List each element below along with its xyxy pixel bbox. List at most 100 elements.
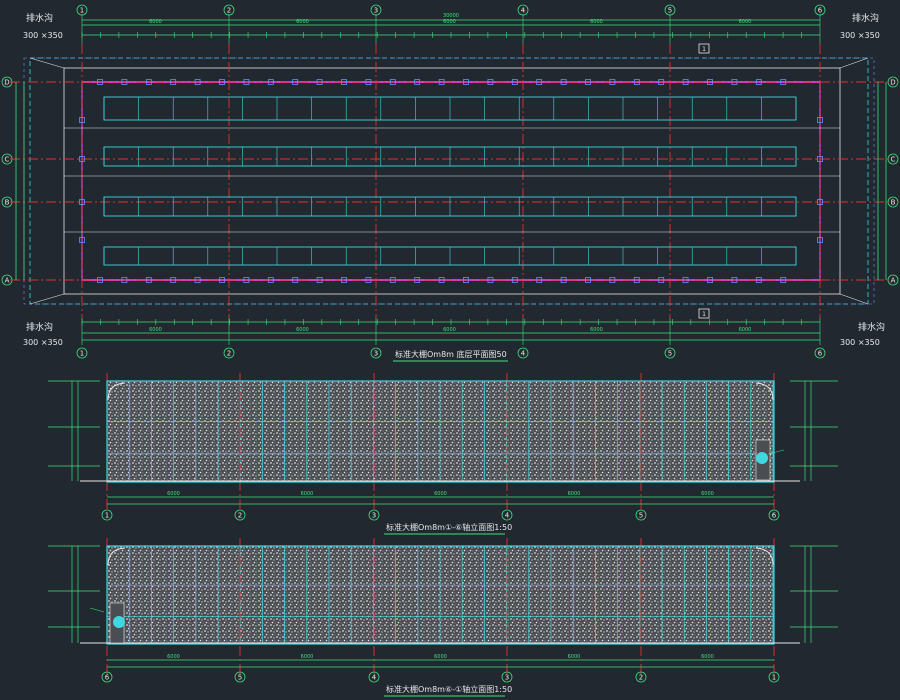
elev2-dim-labels-bay-3: 6000 bbox=[434, 654, 447, 660]
plan-top-bubble-6: 6 bbox=[814, 4, 826, 16]
plan-axis-lines bbox=[10, 14, 890, 345]
plan-corner-bl-size: 300 ×350 bbox=[23, 338, 63, 347]
elev2-bubble-4: 3 bbox=[501, 671, 513, 683]
plan-bottom-bubble-4-label: 4 bbox=[521, 350, 526, 358]
elev2-bubble-5: 2 bbox=[635, 671, 647, 683]
plan-row-right-bubble-0-label: D bbox=[890, 79, 895, 87]
elev1-bubble-4: 4 bbox=[501, 509, 513, 521]
plan-corner-bl-title: 排水沟 bbox=[26, 321, 53, 333]
elev2-bubble-3-label: 4 bbox=[372, 674, 377, 682]
plan-row-right-bubble-1-label: C bbox=[891, 156, 896, 164]
plan-top-bubble-2-label: 2 bbox=[227, 7, 231, 15]
elev2-dim-chain bbox=[107, 659, 774, 668]
elev1-bubble-3-label: 3 bbox=[372, 512, 376, 520]
elev1-bubble-5-label: 5 bbox=[639, 512, 643, 520]
plan-bottom-bay-dim-5: 6000 bbox=[739, 327, 752, 333]
plan-top-bubble-4-label: 4 bbox=[521, 7, 526, 15]
elev2-dim-labels-bay-5: 6000 bbox=[701, 654, 714, 660]
elevation-2: 6000 6000 6000 6000 6000 6 5 4 3 2 1 标准大棚Om8m⑥-①轴… bbox=[48, 538, 838, 697]
elev1-bubble-4-label: 4 bbox=[505, 512, 510, 520]
plan-building-outline bbox=[81, 81, 821, 281]
elev1-dim-labels-bay-2: 6000 bbox=[301, 491, 314, 497]
plan-bottom-bubble-3-label: 3 bbox=[374, 350, 378, 358]
plan-side-dim-chains bbox=[15, 82, 887, 280]
plan-section-marker-top-label: 1 bbox=[702, 46, 706, 53]
elev2-grid-bubbles: 6 5 4 3 2 1 bbox=[101, 671, 780, 683]
elev2-bubble-5-label: 2 bbox=[639, 674, 643, 682]
elev2-bubble-3: 4 bbox=[368, 671, 380, 683]
elev1-title: 标准大棚Om8m①-⑥轴立面图1:50 bbox=[386, 522, 512, 532]
plan-corner-br-size: 300 ×350 bbox=[840, 338, 880, 347]
plan-bottom-bay-dim-3: 6000 bbox=[443, 327, 456, 333]
plan-row-left-bubble-2-label: B bbox=[5, 199, 10, 207]
elev2-bubble-6: 1 bbox=[768, 671, 780, 683]
plan-bottom-bubble-1: 1 bbox=[76, 347, 88, 359]
elev2-bubble-2-label: 5 bbox=[238, 674, 242, 682]
plan-bottom-bubble-4: 4 bbox=[517, 347, 529, 359]
plan-row-right-bubble-1: C bbox=[887, 153, 899, 165]
plan-top-bubble-5-label: 5 bbox=[668, 7, 672, 15]
elev1-bubble-1-label: 1 bbox=[105, 512, 109, 520]
plan-growing-beds bbox=[64, 96, 840, 266]
plan-bottom-bubble-5: 5 bbox=[664, 347, 676, 359]
plan-bottom-bubble-1-label: 1 bbox=[80, 350, 84, 358]
plan-top-bay-dim-3: 6000 bbox=[443, 19, 456, 25]
elev1-grid-bubbles: 1 2 3 4 5 6 bbox=[101, 509, 780, 521]
plan-title: 标准大棚Om8m 底层平面图50 bbox=[395, 349, 507, 359]
plan-top-bubble-1: 1 bbox=[76, 4, 88, 16]
plan-top-bubble-3-label: 3 bbox=[374, 7, 378, 15]
plan-bottom-bubble-6-label: 6 bbox=[818, 350, 823, 358]
elev2-dim-labels-bay-4: 6000 bbox=[568, 654, 581, 660]
plan-top-bay-dim-2: 6000 bbox=[296, 19, 309, 25]
plan-bottom-bay-dim-4: 6000 bbox=[590, 327, 603, 333]
plan-corner-tl-size: 300 ×350 bbox=[23, 31, 63, 40]
plan-top-bubble-2: 2 bbox=[223, 4, 235, 16]
plan-bottom-bubble-2-label: 2 bbox=[227, 350, 231, 358]
elevation-1: 6000 6000 6000 6000 6000 1 2 3 4 5 6 标准大棚Om8m①-⑥轴… bbox=[48, 373, 838, 535]
plan-row-right-bubble-3: A bbox=[887, 274, 899, 286]
elev2-bubble-6-label: 1 bbox=[772, 674, 776, 682]
plan-top-bubble-1-label: 1 bbox=[80, 7, 84, 15]
elev1-bubble-5: 5 bbox=[635, 509, 647, 521]
plan-section-marker-bottom-label: 1 bbox=[702, 311, 706, 318]
elev2-bubble-1: 6 bbox=[101, 671, 113, 683]
elev1-bubble-2-label: 2 bbox=[238, 512, 242, 520]
plan-top-bubble-6-label: 6 bbox=[818, 7, 823, 15]
plan-top-bay-dim-1: 6000 bbox=[149, 19, 162, 25]
elev2-bubble-2: 5 bbox=[234, 671, 246, 683]
elev1-dim-labels: 6000 6000 6000 6000 6000 bbox=[167, 491, 714, 497]
elev2-cladding bbox=[107, 546, 774, 644]
plan-row-left-bubble-3-label: A bbox=[5, 277, 10, 285]
plan-row-right-bubble-2-label: B bbox=[891, 199, 896, 207]
elev1-dim-chain bbox=[107, 496, 774, 505]
plan-bottom-bay-dim-2: 6000 bbox=[296, 327, 309, 333]
elev2-dim-labels-bay-2: 6000 bbox=[301, 654, 314, 660]
elev1-bubble-6: 6 bbox=[768, 509, 780, 521]
elev1-dim-labels-bay-4: 6000 bbox=[568, 491, 581, 497]
elev1-cladding bbox=[107, 381, 774, 482]
plan-bottom-bubble-2: 2 bbox=[223, 347, 235, 359]
plan-bottom-bubble-3: 3 bbox=[370, 347, 382, 359]
elev2-bubble-4-label: 3 bbox=[505, 674, 509, 682]
plan-bottom-bubble-5-label: 5 bbox=[668, 350, 672, 358]
elev1-bubble-2: 2 bbox=[234, 509, 246, 521]
plan-columns bbox=[79, 79, 823, 283]
plan-row-right-bubble-0: D bbox=[887, 76, 899, 88]
plan-top-bay-dim-5: 6000 bbox=[739, 19, 752, 25]
plan-corner-tr-title: 排水沟 bbox=[852, 12, 879, 24]
elev1-dim-labels-bay-5: 6000 bbox=[701, 491, 714, 497]
elev1-bubble-6-label: 6 bbox=[772, 512, 777, 520]
plan-bottom-bubble-6: 6 bbox=[814, 347, 826, 359]
elev2-title: 标准大棚Om8m⑥-①轴立面图1:50 bbox=[386, 684, 512, 694]
elev2-dim-labels: 6000 6000 6000 6000 6000 bbox=[167, 654, 714, 660]
plan-top-bubble-5: 5 bbox=[664, 4, 676, 16]
plan-corner-br-title: 排水沟 bbox=[858, 321, 885, 333]
elev1-bubble-1: 1 bbox=[101, 509, 113, 521]
plan-row-right-bubble-3-label: A bbox=[891, 277, 896, 285]
cad-drawing-canvas: 排水沟 300 ×350 排水沟 300 ×350 排水沟 300 ×350 排… bbox=[1, 4, 899, 697]
plan-bottom-dim-ticks: 6000 6000 6000 6000 6000 bbox=[81, 319, 802, 333]
plan-corner-tr-size: 300 ×350 bbox=[840, 31, 880, 40]
plan-top-bubble-3: 3 bbox=[370, 4, 382, 16]
elev1-dim-labels-bay-3: 6000 bbox=[434, 491, 447, 497]
plan-corner-tl-title: 排水沟 bbox=[26, 12, 53, 24]
